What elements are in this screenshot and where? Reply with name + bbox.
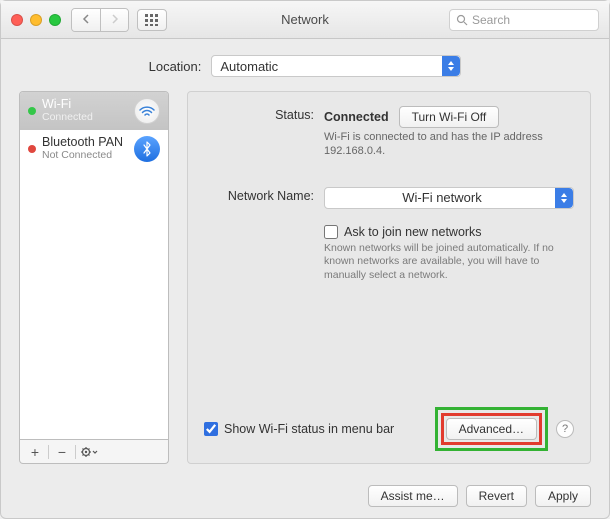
network-name-value: Wi-Fi network [333, 190, 551, 205]
sidebar-footer: + − [19, 440, 169, 464]
status-detail: Wi-Fi is connected to and has the IP add… [324, 130, 574, 159]
revert-button[interactable]: Revert [466, 485, 527, 507]
advanced-highlight: Advanced… [435, 407, 548, 451]
interface-name: Wi-Fi [42, 98, 128, 112]
ask-to-join-note: Known networks will be joined automatica… [324, 242, 574, 283]
status-label: Status: [204, 106, 314, 122]
show-menubar-input[interactable] [204, 422, 218, 436]
status-dot-icon [28, 107, 36, 115]
apply-button[interactable]: Apply [535, 485, 591, 507]
wifi-icon [134, 98, 160, 124]
sidebar-item-wifi[interactable]: Wi-Fi Connected [20, 92, 168, 130]
action-menu-button[interactable] [78, 443, 100, 461]
footer: Assist me… Revert Apply [1, 474, 609, 518]
turn-wifi-off-button[interactable]: Turn Wi-Fi Off [399, 106, 500, 128]
chevron-updown-icon [555, 188, 573, 208]
interface-name: Bluetooth PAN [42, 136, 128, 150]
add-interface-button[interactable]: + [24, 443, 46, 461]
bluetooth-icon [134, 136, 160, 162]
show-menubar-label: Show Wi-Fi status in menu bar [224, 422, 394, 436]
back-button[interactable] [72, 9, 100, 31]
search-placeholder: Search [472, 13, 510, 27]
window-title: Network [281, 12, 329, 27]
show-all-button[interactable] [137, 9, 167, 31]
close-button[interactable] [11, 14, 23, 26]
search-input[interactable]: Search [449, 9, 599, 31]
chevron-updown-icon [442, 56, 460, 76]
advanced-button[interactable]: Advanced… [446, 418, 537, 440]
assist-me-button[interactable]: Assist me… [368, 485, 458, 507]
remove-interface-button[interactable]: − [51, 443, 73, 461]
location-label: Location: [149, 59, 202, 74]
status-dot-icon [28, 145, 36, 153]
ask-to-join-label: Ask to join new networks [344, 225, 482, 239]
minimize-button[interactable] [30, 14, 42, 26]
ask-to-join-checkbox[interactable]: Ask to join new networks [324, 225, 574, 239]
ask-to-join-input[interactable] [324, 225, 338, 239]
titlebar: Network Search [1, 1, 609, 39]
interface-list: Wi-Fi Connected Bluetooth PAN Not Connec… [19, 91, 169, 440]
gear-icon [80, 446, 98, 458]
window-controls [11, 14, 61, 26]
show-menubar-checkbox[interactable]: Show Wi-Fi status in menu bar [204, 422, 394, 436]
location-value: Automatic [220, 59, 278, 74]
nav-arrows [71, 8, 129, 32]
interface-status: Connected [42, 112, 128, 124]
search-icon [456, 14, 468, 26]
main-panel: Status: Connected Turn Wi-Fi Off Wi-Fi i… [187, 91, 591, 464]
help-button[interactable]: ? [556, 420, 574, 438]
status-value: Connected [324, 110, 389, 124]
forward-button[interactable] [100, 9, 128, 31]
location-select[interactable]: Automatic [211, 55, 461, 77]
network-name-label: Network Name: [204, 187, 314, 203]
maximize-button[interactable] [49, 14, 61, 26]
interface-status: Not Connected [42, 150, 128, 162]
network-name-select[interactable]: Wi-Fi network [324, 187, 574, 209]
sidebar-item-bluetooth-pan[interactable]: Bluetooth PAN Not Connected [20, 130, 168, 168]
